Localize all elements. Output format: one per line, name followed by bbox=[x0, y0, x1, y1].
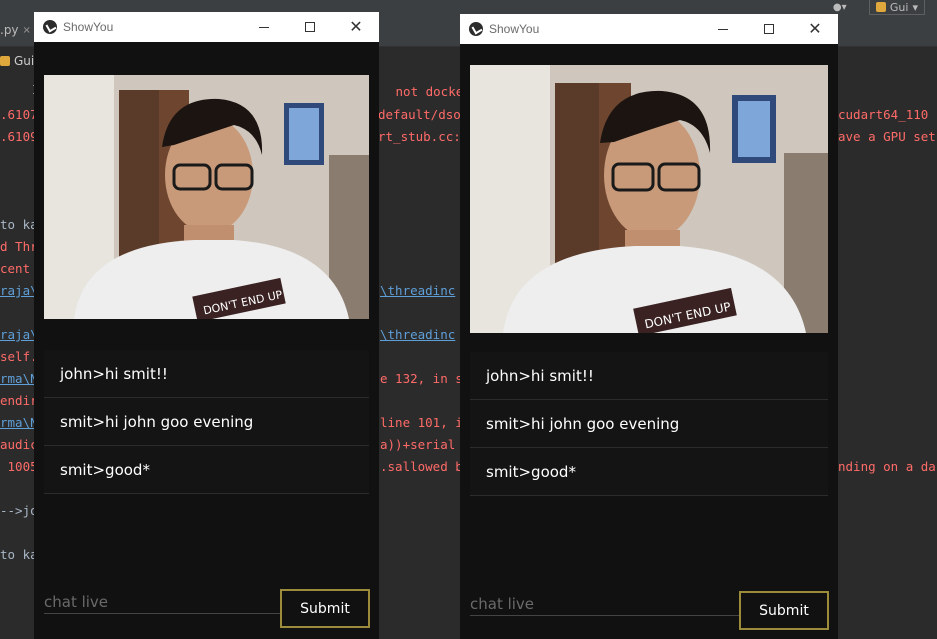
chat-input[interactable] bbox=[470, 592, 740, 616]
webcam-frame: DON'T END UP bbox=[470, 65, 828, 333]
console-line: self. bbox=[0, 349, 38, 364]
showyou-window-right: ShowYou ✕ DON'T END UP john>hi smit!! sm… bbox=[460, 14, 838, 639]
showyou-window-left: ShowYou ✕ DON'T END UP john>hi smit!! sm… bbox=[34, 12, 379, 639]
window-titlebar[interactable]: ShowYou ✕ bbox=[34, 12, 379, 42]
minimize-icon[interactable] bbox=[700, 14, 746, 44]
chat-input[interactable] bbox=[44, 590, 280, 614]
console-line: a))+serial bbox=[380, 437, 456, 452]
run-tab-label: Gui bbox=[14, 54, 35, 68]
console-line: cudart64_110 bbox=[838, 107, 929, 122]
console-link[interactable]: rma\N bbox=[0, 369, 38, 389]
window-title: ShowYou bbox=[63, 20, 114, 34]
window-titlebar[interactable]: ShowYou ✕ bbox=[460, 14, 838, 44]
chat-message: smit>good* bbox=[470, 448, 828, 496]
run-config-selector[interactable]: Gui ▾ bbox=[868, 0, 925, 15]
console-link[interactable]: \threadinc bbox=[380, 281, 455, 301]
console-link[interactable]: raja\ bbox=[0, 281, 38, 301]
chat-message: smit>good* bbox=[44, 446, 369, 494]
submit-button[interactable]: Submit bbox=[739, 591, 829, 630]
window-controls: ✕ bbox=[241, 12, 379, 42]
submit-button[interactable]: Submit bbox=[280, 589, 370, 628]
console-line: default/dso bbox=[378, 107, 461, 122]
console-line: .sallowed b bbox=[380, 459, 463, 474]
console-line: d Thr bbox=[0, 239, 38, 254]
chevron-down-icon: ▾ bbox=[912, 0, 918, 14]
console-line: .6107 bbox=[0, 107, 38, 122]
editor-tab-label: .py bbox=[0, 23, 19, 37]
chat-message: smit>hi john goo evening bbox=[44, 398, 369, 446]
console-link[interactable]: rma\N bbox=[0, 413, 38, 433]
console-line: 1005 bbox=[0, 459, 38, 474]
console-link[interactable]: raja\ bbox=[0, 325, 38, 345]
console-line: ave a GPU set bbox=[838, 129, 936, 144]
python-file-icon bbox=[875, 2, 886, 12]
kivy-logo-icon bbox=[43, 20, 57, 34]
chat-message: smit>hi john goo evening bbox=[470, 400, 828, 448]
ide-right-tools: ●▾ Gui ▾ bbox=[833, 0, 937, 15]
console-line: e 132, in s bbox=[380, 371, 463, 386]
webcam-frame: DON'T END UP bbox=[44, 75, 369, 319]
editor-tab[interactable]: .py × bbox=[0, 23, 31, 37]
kivy-logo-icon bbox=[469, 22, 483, 36]
console-line: to ka bbox=[0, 217, 38, 232]
webcam-video-feed: DON'T END UP bbox=[44, 75, 369, 319]
chat-message: john>hi smit!! bbox=[470, 352, 828, 400]
console-line: endir bbox=[0, 393, 38, 408]
console-link[interactable]: \threadinc bbox=[380, 325, 455, 345]
window-controls: ✕ bbox=[700, 14, 838, 44]
console-line: line 101, i bbox=[380, 415, 463, 430]
webcam-video-feed: DON'T END UP bbox=[470, 65, 828, 333]
console-line: rt_stub.cc: bbox=[378, 129, 461, 144]
close-icon[interactable]: × bbox=[23, 25, 31, 36]
run-config-label: Gui bbox=[889, 0, 909, 14]
maximize-icon[interactable] bbox=[287, 12, 333, 42]
window-title: ShowYou bbox=[489, 22, 540, 36]
console-line: nding on a da bbox=[838, 459, 936, 474]
console-line: not docke bbox=[388, 84, 464, 99]
close-icon[interactable]: ✕ bbox=[333, 12, 379, 42]
user-icon[interactable]: ●▾ bbox=[833, 1, 859, 14]
run-tab[interactable]: Gui bbox=[0, 50, 34, 72]
console-line: .6109 bbox=[0, 129, 38, 144]
console-line: to ka bbox=[0, 547, 38, 562]
run-icon bbox=[0, 56, 10, 66]
console-line: cent bbox=[0, 261, 31, 276]
console-line: audic bbox=[0, 437, 38, 452]
minimize-icon[interactable] bbox=[241, 12, 287, 42]
maximize-icon[interactable] bbox=[746, 14, 792, 44]
close-icon[interactable]: ✕ bbox=[792, 14, 838, 44]
chat-message: john>hi smit!! bbox=[44, 350, 369, 398]
console-line: -->jo bbox=[0, 503, 38, 518]
